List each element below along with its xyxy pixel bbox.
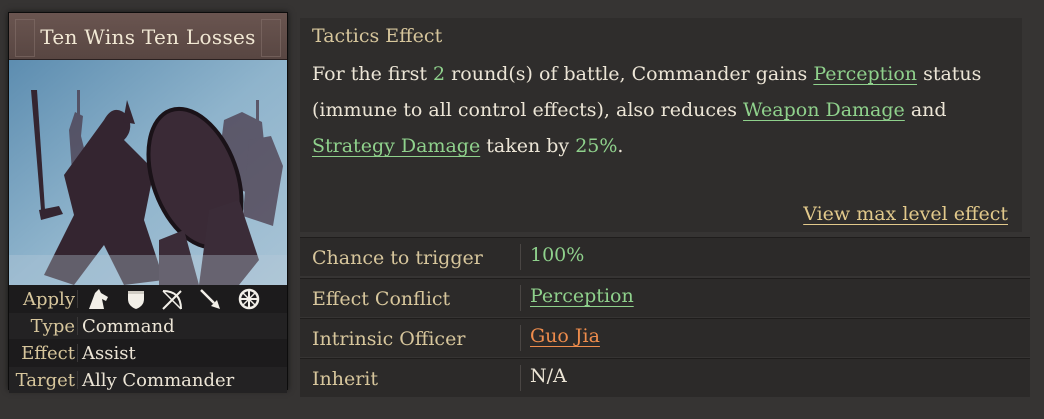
effect-conflict-link[interactable]: Perception [530,285,634,307]
tactics-effect-panel: Tactics Effect For the first 2 round(s) … [300,18,1022,232]
inherit-value: N/A [530,365,567,387]
row-divider [520,325,521,351]
cavalry-icon [89,289,108,309]
row-divider [77,317,78,335]
target-row: Target Ally Commander [9,367,287,393]
reduction-percent: 25% [575,135,618,157]
intrinsic-officer-label: Intrinsic Officer [312,328,466,350]
apply-label: Apply [23,289,75,310]
effect-conflict-label: Effect Conflict [312,288,451,310]
chance-to-trigger-row: Chance to trigger 100% [300,237,1030,276]
archer-icon [162,290,183,310]
troop-type-icons [86,287,268,311]
row-divider [520,244,521,270]
tactic-name: Ten Wins Ten Losses [40,25,256,49]
desc-text: taken by [480,135,576,157]
desc-text: . [617,135,624,157]
inherit-row: Inherit N/A [300,358,1030,397]
row-divider [520,285,521,311]
target-value: Ally Commander [82,370,235,391]
target-label: Target [15,370,75,391]
effect-conflict-row: Effect Conflict Perception [300,278,1030,317]
siege-icon [238,288,260,310]
weapon-damage-keyword-link[interactable]: Weapon Damage [743,99,905,121]
effect-value: Assist [82,343,136,364]
row-divider [77,371,78,389]
type-value: Command [82,316,175,337]
spear-icon [200,289,221,309]
tactics-effect-description: For the first 2 round(s) of battle, Comm… [312,56,1012,164]
view-max-level-effect-link[interactable]: View max level effect [803,203,1008,225]
chance-to-trigger-label: Chance to trigger [312,247,483,269]
tactics-effect-heading: Tactics Effect [312,25,443,47]
intrinsic-officer-row: Intrinsic Officer Guo Jia [300,318,1030,357]
chance-to-trigger-value: 100% [530,244,585,266]
row-divider [520,365,521,391]
inherit-label: Inherit [312,368,379,390]
apply-row: Apply [9,286,287,312]
tactic-card: Ten Wins Ten Losses Apply Type Command E… [8,12,288,393]
row-divider [77,290,78,308]
effect-row: Effect Assist [9,340,287,366]
shield-icon [127,291,144,309]
rounds-value: 2 [433,63,446,85]
row-divider [77,344,78,362]
type-row: Type Command [9,313,287,339]
desc-text: round(s) of battle, Commander gains [445,63,814,85]
type-label: Type [30,316,75,337]
tactic-title-bar: Ten Wins Ten Losses [9,13,287,60]
desc-text: and [904,99,947,121]
warriors-silhouette-image [9,60,287,285]
intrinsic-officer-link[interactable]: Guo Jia [530,325,600,347]
tactic-artwork [9,60,287,285]
perception-keyword-link[interactable]: Perception [813,63,917,85]
effect-label: Effect [21,343,75,364]
desc-text: For the first [312,63,434,85]
strategy-damage-keyword-link[interactable]: Strategy Damage [312,135,480,157]
